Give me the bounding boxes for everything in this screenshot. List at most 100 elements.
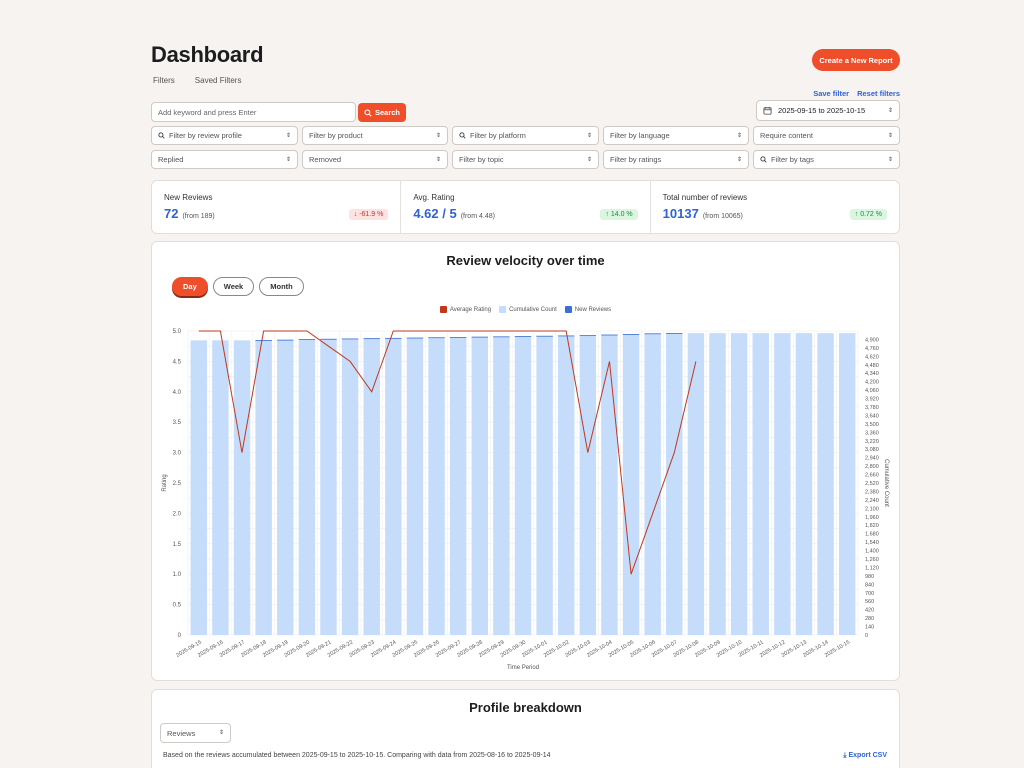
y-tick-label: 1.0 [173, 572, 182, 578]
y2-tick-label: 0 [865, 633, 868, 639]
platform-filter[interactable]: Filter by platform ⇕ [452, 126, 599, 145]
y2-tick-label: 4,760 [865, 346, 879, 352]
new-reviews-bar [428, 337, 445, 339]
y2-tick-label: 3,920 [865, 397, 879, 403]
cumulative-bar [428, 337, 445, 635]
replied-filter[interactable]: Replied ⇕ [151, 150, 298, 169]
review-profile-filter[interactable]: Filter by review profile ⇕ [151, 126, 298, 145]
stat-avg-rating: Avg. Rating 4.62 / 5 (from 4.48) ↑ 14.0 % [401, 181, 651, 233]
removed-filter[interactable]: Removed ⇕ [302, 150, 448, 169]
stats-card: New Reviews 72 (from 189) ↓ -61.9 % Avg. … [151, 180, 900, 234]
stat-from: (from 10065) [702, 213, 743, 220]
calendar-icon [763, 106, 772, 115]
save-filter-link[interactable]: Save filter [813, 89, 849, 98]
date-range-value: 2025-09-15 to 2025-10-15 [778, 106, 866, 115]
y2-tick-label: 1,120 [865, 565, 879, 571]
y2-tick-label: 1,260 [865, 557, 879, 563]
stat-label: Avg. Rating [413, 193, 455, 202]
cumulative-bar [277, 339, 294, 635]
profile-title: Profile breakdown [469, 700, 582, 715]
y2-tick-label: 3,640 [865, 413, 879, 419]
tab-filters[interactable]: Filters [153, 76, 175, 85]
new-reviews-bar [514, 336, 532, 337]
cumulative-bar [514, 336, 532, 635]
export-csv-button[interactable]: ⤓ Export CSV [843, 752, 887, 760]
search-button[interactable]: Search [358, 103, 406, 122]
topic-filter[interactable]: Filter by topic ⇕ [452, 150, 599, 169]
new-reviews-bar [622, 334, 640, 335]
y2-tick-label: 700 [865, 591, 874, 597]
y2-tick-label: 2,660 [865, 473, 879, 479]
y2-tick-label: 1,680 [865, 532, 879, 538]
new-reviews-bar [385, 337, 402, 339]
new-reviews-bar [449, 337, 467, 338]
cumulative-bar [579, 335, 597, 635]
stat-new-reviews: New Reviews 72 (from 189) ↓ -61.9 % [152, 181, 402, 233]
tab-saved-filters[interactable]: Saved Filters [195, 76, 242, 85]
new-reviews-bar [558, 335, 575, 337]
y-tick-label: 3.5 [173, 420, 182, 426]
chevron-updown-icon: ⇕ [736, 132, 742, 139]
y2-tick-label: 3,220 [865, 439, 879, 445]
y2-tick-label: 2,520 [865, 481, 879, 487]
require-content-filter[interactable]: Require content ⇕ [753, 126, 900, 145]
y2-tick-label: 2,380 [865, 489, 879, 495]
filter-links: Save filter Reset filters [813, 89, 900, 98]
cumulative-bar [730, 333, 748, 635]
chevron-updown-icon: ⇕ [435, 156, 441, 163]
cumulative-bar [666, 333, 683, 635]
removed-filter-label: Removed [309, 155, 342, 164]
cumulative-bar [558, 335, 575, 635]
search-placeholder: Add keyword and press Enter [158, 107, 257, 117]
y2-tick-label: 840 [865, 582, 874, 588]
chevron-updown-icon: ⇕ [736, 156, 742, 163]
y-axis-label: Rating [162, 474, 168, 491]
stat-label: Total number of reviews [662, 193, 748, 202]
product-filter[interactable]: Filter by product ⇕ [302, 126, 448, 145]
export-csv-label: Export CSV [848, 752, 887, 759]
product-filter-label: Filter by product [309, 131, 363, 140]
cumulative-bar [493, 336, 510, 635]
language-filter[interactable]: Filter by language ⇕ [603, 126, 749, 145]
date-range-picker[interactable]: 2025-09-15 to 2025-10-15 ⇕ [756, 100, 900, 121]
profile-breakdown-card: Profile breakdown Reviews ⇕ Based on the … [151, 689, 900, 768]
y2-tick-label: 560 [865, 599, 874, 605]
cumulative-bar [644, 333, 661, 635]
change-value: 14.0 % [610, 211, 633, 218]
y2-tick-label: 420 [865, 608, 874, 614]
y2-tick-label: 3,500 [865, 422, 879, 428]
tab-bar: Filters Saved Filters [153, 76, 241, 85]
search-icon [158, 132, 165, 139]
reset-filters-link[interactable]: Reset filters [857, 89, 900, 98]
cumulative-bar [687, 333, 705, 635]
stat-value: 4.62 / 5 [413, 206, 457, 221]
tags-filter[interactable]: Filter by tags ⇕ [753, 150, 900, 169]
topic-filter-label: Filter by topic [459, 155, 504, 164]
y2-tick-label: 140 [865, 625, 874, 631]
cumulative-bar [709, 333, 726, 635]
cumulative-bar [622, 334, 640, 635]
new-reviews-bar [341, 338, 359, 340]
y2-tick-label: 2,800 [865, 464, 879, 470]
new-reviews-bar [601, 334, 618, 336]
new-reviews-bar [579, 335, 597, 337]
stat-from: (from 4.48) [460, 213, 495, 220]
y2-tick-label: 1,820 [865, 523, 879, 529]
new-reviews-bar [406, 337, 424, 339]
cumulative-bar [320, 338, 337, 635]
y2-tick-label: 4,480 [865, 363, 879, 369]
cumulative-bar [233, 340, 251, 635]
ratings-filter[interactable]: Filter by ratings ⇕ [603, 150, 749, 169]
new-reviews-bar [320, 338, 337, 340]
profile-metric-select[interactable]: Reviews ⇕ [160, 723, 231, 743]
search-input[interactable]: Add keyword and press Enter [151, 102, 356, 122]
stat-value: 10137 [662, 206, 699, 221]
create-report-button[interactable]: Create a New Report [812, 49, 900, 71]
page-title: Dashboard [151, 42, 264, 67]
download-icon: ⤓ [843, 752, 847, 759]
y-tick-label: 4.5 [173, 359, 182, 365]
y-tick-label: 2.5 [173, 481, 182, 487]
y-tick-label: 1.5 [173, 542, 182, 548]
stat-value: 72 [164, 206, 179, 221]
y2-tick-label: 1,400 [865, 549, 879, 555]
